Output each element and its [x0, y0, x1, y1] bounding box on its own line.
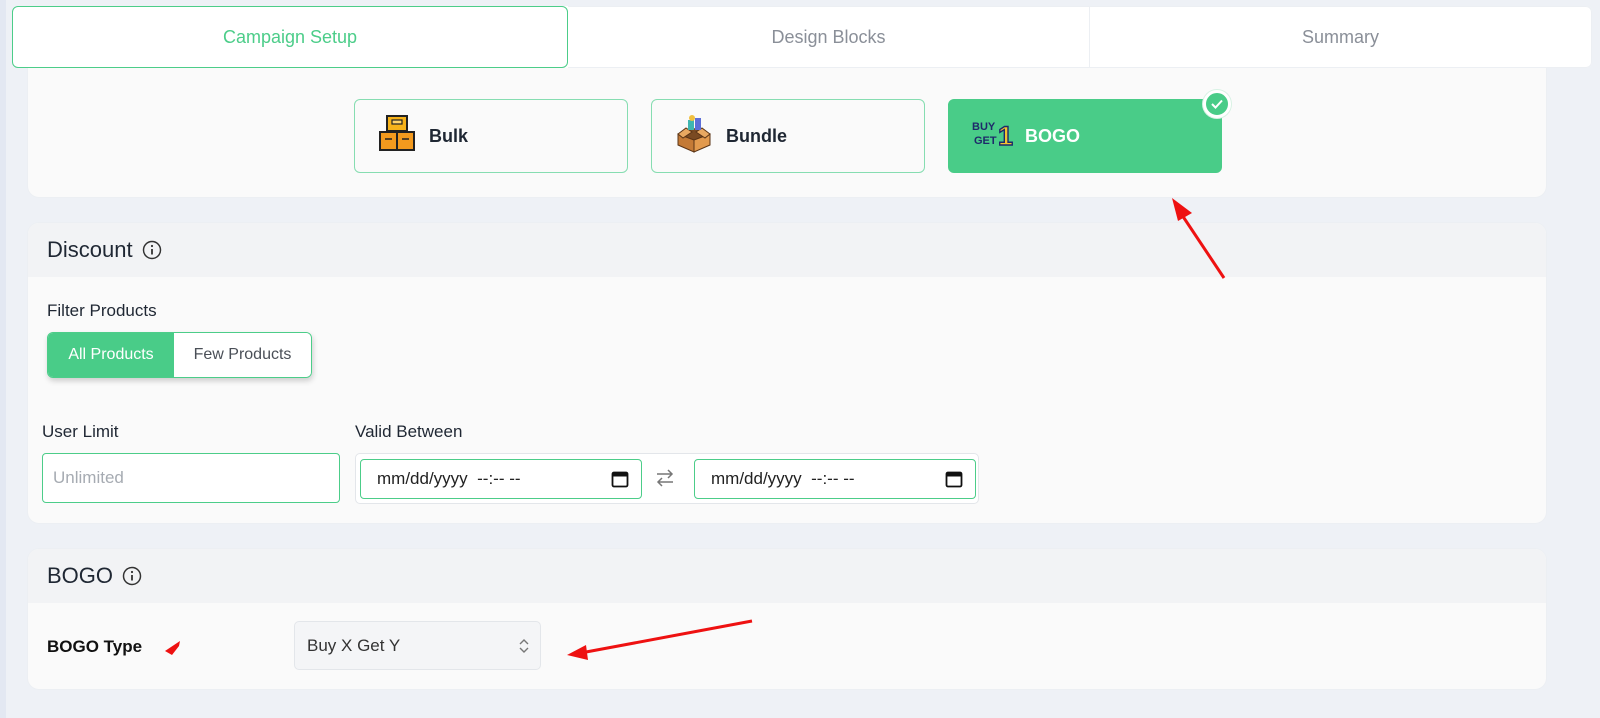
start-datetime-value: mm/dd/yyyy --:-- --: [377, 469, 521, 488]
info-icon[interactable]: [142, 240, 162, 260]
end-datetime-value: mm/dd/yyyy --:-- --: [711, 469, 855, 488]
bogo-type-select[interactable]: Buy X Get Y: [294, 621, 541, 670]
user-limit-label: User Limit: [42, 422, 119, 441]
buy-get-one-icon: BUY GET 1: [971, 117, 1014, 156]
end-datetime-input[interactable]: mm/dd/yyyy --:-- --: [694, 459, 976, 499]
valid-between-label: Valid Between: [355, 422, 463, 441]
valid-between-range: mm/dd/yyyy --:-- -- mm/dd/yyyy --:-- --: [355, 453, 979, 504]
discount-section: Discount Filter Products All Products Fe…: [27, 222, 1547, 524]
filter-products-label: Filter Products: [47, 301, 157, 320]
user-limit-input[interactable]: [42, 453, 340, 503]
buy-get-one-logo-text: GET: [974, 135, 997, 147]
info-icon[interactable]: [122, 566, 142, 586]
discount-header: Discount: [28, 223, 1546, 277]
campaign-type-selector: Bulk Bundle BUY GET 1 BOGO: [27, 68, 1547, 198]
campaign-type-label: Bundle: [726, 125, 787, 146]
tab-summary[interactable]: Summary: [1090, 6, 1592, 68]
calendar-icon[interactable]: [611, 470, 629, 493]
tab-design-blocks[interactable]: Design Blocks: [568, 6, 1090, 68]
selected-check-icon: [1203, 90, 1231, 118]
campaign-type-label: Bulk: [429, 125, 469, 146]
filter-products-toggle: All Products Few Products: [47, 332, 312, 378]
chevron-updown-icon: [518, 637, 530, 660]
buy-get-one-logo-number: 1: [998, 121, 1013, 151]
open-box-icon: [674, 114, 714, 159]
campaign-type-bogo[interactable]: BUY GET 1 BOGO: [948, 90, 1231, 173]
calendar-icon[interactable]: [945, 470, 963, 493]
all-products-button[interactable]: All Products: [48, 333, 174, 377]
campaign-type-bulk[interactable]: Bulk: [354, 99, 628, 173]
bogo-type-label: BOGO Type: [47, 637, 143, 656]
discount-title: Discount: [47, 237, 133, 262]
bogo-header: BOGO: [28, 549, 1546, 603]
bogo-type-value: Buy X Get Y: [307, 635, 401, 655]
campaign-type-bundle[interactable]: Bundle: [651, 99, 925, 173]
bogo-section: BOGO BOGO Type Buy X Get Y: [27, 548, 1547, 690]
swap-arrows-icon: [654, 468, 676, 493]
start-datetime-input[interactable]: mm/dd/yyyy --:-- --: [360, 459, 642, 499]
buy-get-one-logo-text: BUY: [972, 121, 996, 133]
left-edge: [0, 0, 6, 718]
boxes-icon: [377, 114, 417, 159]
few-products-button[interactable]: Few Products: [174, 333, 311, 377]
campaign-type-label: BOGO: [1025, 125, 1081, 146]
tab-campaign-setup[interactable]: Campaign Setup: [12, 6, 568, 68]
bogo-title: BOGO: [47, 563, 114, 588]
wizard-tabs: Campaign Setup Design Blocks Summary: [12, 6, 1592, 68]
